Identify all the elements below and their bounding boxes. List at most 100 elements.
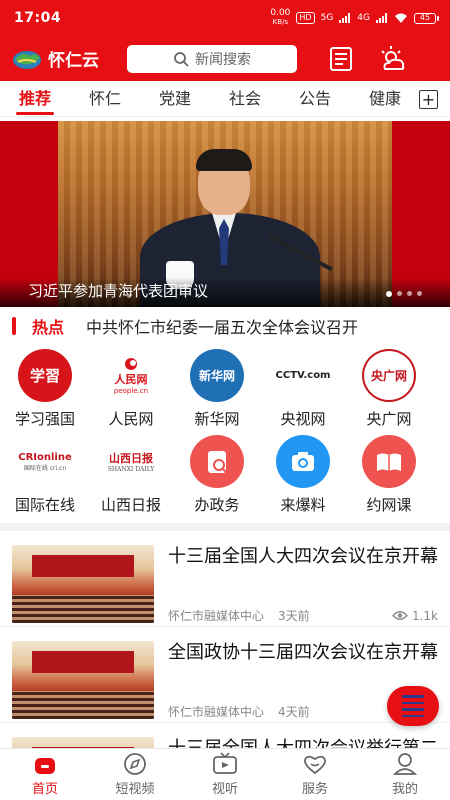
tab-announcement[interactable]: 公告 <box>280 81 350 117</box>
hot-news-ticker[interactable]: 热点 中共怀仁市纪委一届五次全体会议召开 <box>0 311 450 341</box>
nav-home[interactable]: 首页 <box>0 749 90 800</box>
section-divider <box>0 523 450 531</box>
profile-icon <box>392 753 418 775</box>
cnr-icon: 央广网 <box>362 349 416 402</box>
tab-party-building[interactable]: 党建 <box>140 81 210 117</box>
news-thumbnail <box>12 641 154 719</box>
signal-4g: 4G <box>357 13 370 23</box>
service-label: 央视网 <box>280 410 326 428</box>
news-title: 十三届全国人大四次会议在京开幕 <box>168 546 438 567</box>
service-shanxi-daily[interactable]: 山西日报 SHANXI DAILY 山西日报 <box>88 435 174 515</box>
tab-recommend[interactable]: 推荐 <box>0 81 70 117</box>
menu-icon-line <box>402 714 424 717</box>
book-icon <box>362 435 416 488</box>
battery-indicator: 45 <box>414 12 439 24</box>
shanxi-logo-text: 山西日报 <box>109 452 153 465</box>
service-course[interactable]: 约网课 <box>346 435 432 515</box>
menu-icon-line <box>402 708 424 711</box>
status-bar: 17:04 0.00 KB/s HD 5G 4G 45 <box>0 0 450 36</box>
service-cnr[interactable]: 央广网 央广网 <box>346 349 432 429</box>
camera-icon <box>276 435 330 488</box>
carousel-dots <box>386 291 422 297</box>
tab-huairen[interactable]: 怀仁 <box>70 81 140 117</box>
news-thumbnail <box>12 545 154 623</box>
logo-icon <box>13 50 41 69</box>
net-speed-value: 0.00 <box>270 8 291 18</box>
floating-menu-button[interactable] <box>387 686 439 726</box>
weather-icon[interactable] <box>379 45 407 73</box>
carousel-dot[interactable] <box>417 291 422 296</box>
app-header: 怀仁云 新闻搜索 <box>0 36 450 81</box>
people-logo-subtext: people.cn <box>113 386 149 395</box>
banner-caption: 习近平参加青海代表团审议 <box>28 282 209 300</box>
service-cri[interactable]: CRIonline 国际在线 cri.cn 国际在线 <box>2 435 88 515</box>
newspaper-icon[interactable] <box>327 45 355 73</box>
wifi-icon <box>395 13 407 23</box>
menu-icon-line <box>402 695 424 698</box>
service-people[interactable]: 人民网 people.cn 人民网 <box>88 349 174 429</box>
status-indicators: 0.00 KB/s HD 5G 4G 45 <box>270 8 439 27</box>
service-label: 办政务 <box>194 496 240 514</box>
nav-short-video[interactable]: 短视频 <box>90 749 180 800</box>
news-date: 4天前 <box>278 705 310 719</box>
service-label: 央广网 <box>366 410 412 428</box>
nav-label: 短视频 <box>115 782 155 797</box>
nav-service[interactable]: 服务 <box>270 749 360 800</box>
tab-health[interactable]: 健康 <box>350 81 420 117</box>
hot-headline[interactable]: 中共怀仁市纪委一届五次全体会议召开 <box>86 314 358 338</box>
eye-icon <box>391 611 408 620</box>
service-xinhua[interactable]: 新华网 新华网 <box>174 349 260 429</box>
tab-society[interactable]: 社会 <box>210 81 280 117</box>
search-bar[interactable]: 新闻搜索 <box>127 44 297 73</box>
carousel-dot[interactable] <box>397 291 402 296</box>
news-source: 怀仁市融媒体中心 <box>168 705 265 719</box>
service-label: 国际在线 <box>14 496 75 514</box>
tv-icon <box>213 752 237 774</box>
service-cctv[interactable]: CCTV.com 央视网 <box>260 349 346 429</box>
search-icon <box>174 51 189 67</box>
cri-logo-subtext: 国际在线 cri.cn <box>23 464 67 472</box>
top-bar: 17:04 0.00 KB/s HD 5G 4G 45 怀仁云 新闻搜索 <box>0 0 450 81</box>
news-title: 全国政协十三届四次会议在京开幕 <box>168 642 438 663</box>
cri-icon: CRIonline 国际在线 cri.cn <box>18 435 72 488</box>
hd-badge: HD <box>296 12 315 24</box>
net-speed-unit: KB/s <box>272 18 289 26</box>
status-time: 17:04 <box>14 10 62 26</box>
service-label: 人民网 <box>108 410 154 428</box>
search-placeholder: 新闻搜索 <box>195 51 251 68</box>
news-source: 怀仁市融媒体中心 <box>168 609 265 623</box>
hot-label: 热点 <box>32 318 65 337</box>
news-views-count: 1.1k <box>411 608 438 623</box>
hot-marker <box>12 317 16 335</box>
service-government[interactable]: 办政务 <box>174 435 260 515</box>
news-item[interactable]: 十三届全国人大四次会议在京开幕 怀仁市融媒体中心 3天前 1.1k <box>0 531 450 627</box>
service-label: 来爆料 <box>280 496 326 514</box>
service-label: 山西日报 <box>100 496 161 514</box>
category-tabs: 推荐 怀仁 党建 社会 公告 健康 + <box>0 81 450 117</box>
nav-label: 视听 <box>211 782 238 797</box>
service-label: 学习强国 <box>14 410 75 428</box>
news-item[interactable]: 全国政协十三届四次会议在京开幕 怀仁市融媒体中心 4天前 <box>0 627 450 723</box>
xinhua-icon: 新华网 <box>190 349 244 402</box>
service-label: 约网课 <box>366 496 412 514</box>
nav-label: 首页 <box>31 782 58 797</box>
news-date: 3天前 <box>278 609 310 623</box>
app-logo: 怀仁云 <box>12 46 99 71</box>
compass-icon <box>124 753 146 775</box>
nav-audio-video[interactable]: 视听 <box>180 749 270 800</box>
service-label: 新华网 <box>194 410 240 428</box>
add-channel-button[interactable]: + <box>419 90 438 109</box>
banner-carousel[interactable]: 习近平参加青海代表团审议 <box>0 121 450 307</box>
nav-profile[interactable]: 我的 <box>360 749 450 800</box>
service-xuexi[interactable]: 学習 学习强国 <box>2 349 88 429</box>
people-logo-text: 人民网 <box>114 372 148 386</box>
cri-logo-text: CRIonline <box>18 451 72 463</box>
service-report[interactable]: 来爆料 <box>260 435 346 515</box>
menu-icon-line <box>402 701 424 704</box>
carousel-dot[interactable] <box>407 291 412 296</box>
nav-label: 我的 <box>391 782 418 797</box>
nav-label: 服务 <box>301 782 328 797</box>
signal-bars-icon <box>376 13 387 23</box>
carousel-dot[interactable] <box>386 291 392 297</box>
app-screen: 17:04 0.00 KB/s HD 5G 4G 45 怀仁云 新闻搜索 推荐 … <box>0 0 450 800</box>
